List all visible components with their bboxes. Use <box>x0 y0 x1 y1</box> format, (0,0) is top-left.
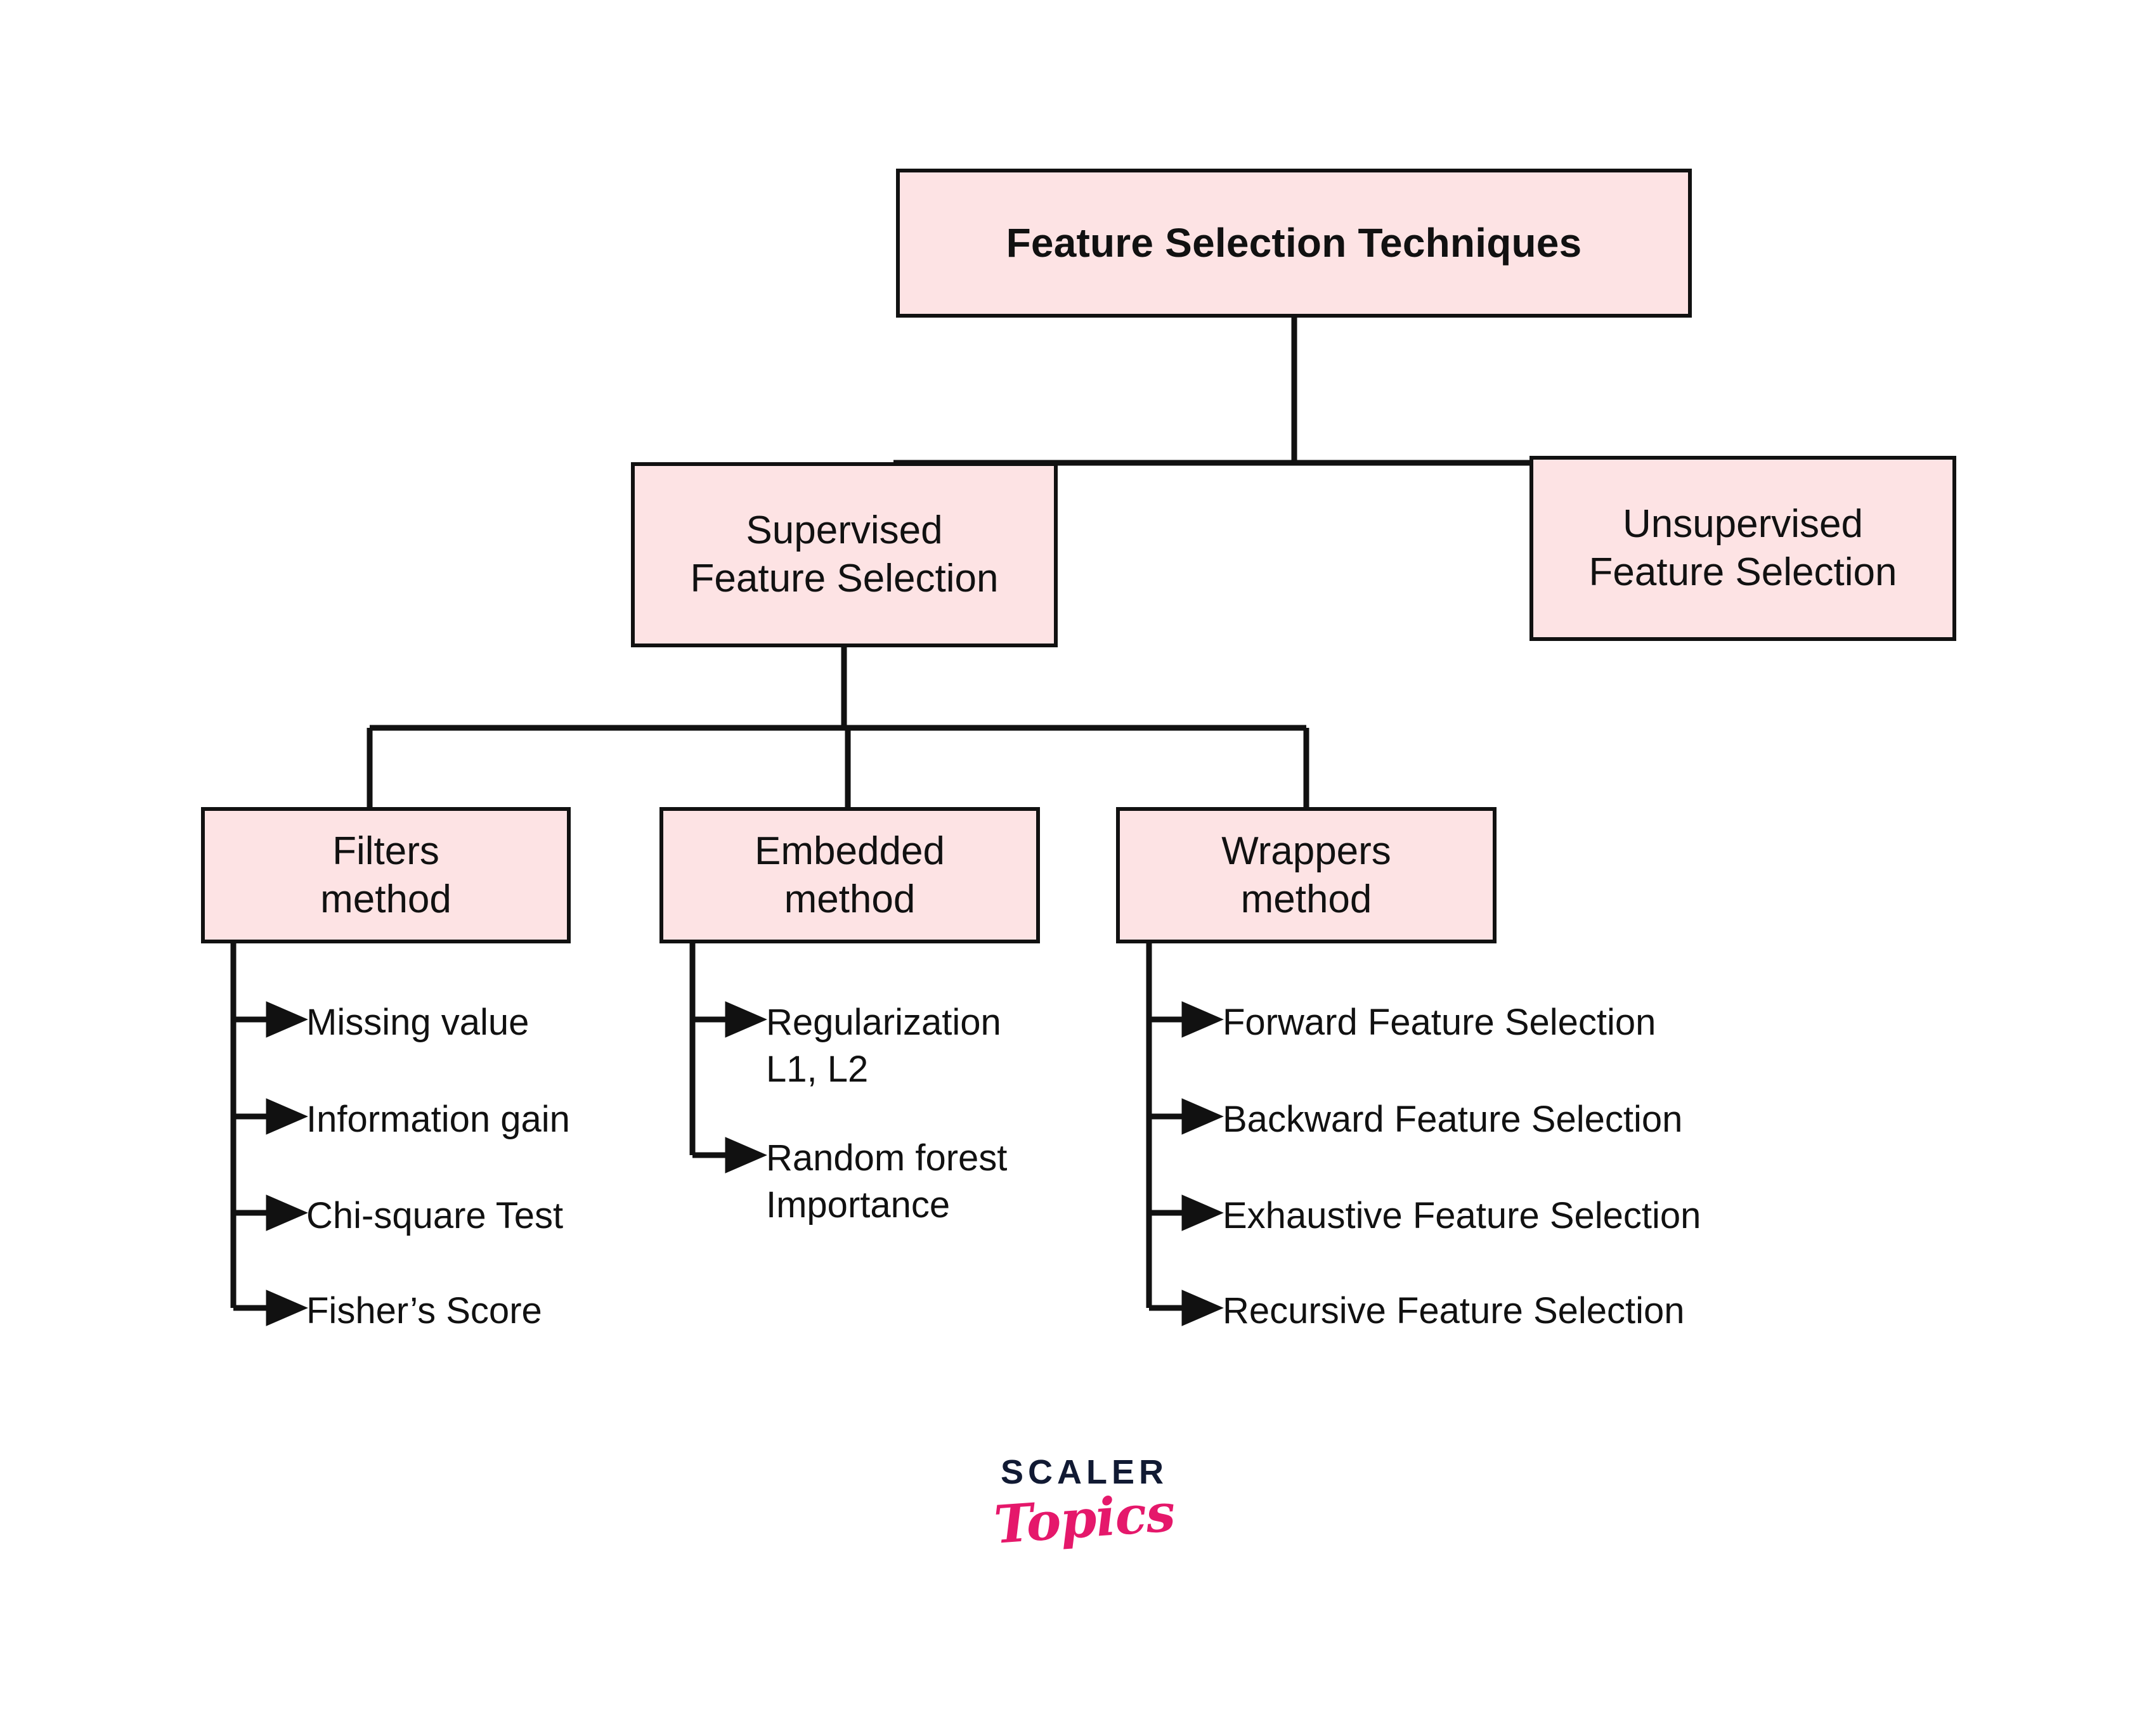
filters-leaf-spine <box>230 943 308 1326</box>
level3-connectors <box>367 647 1309 807</box>
leaf-regularization-l1-l2: Regularization L1, L2 <box>766 1002 1001 1090</box>
leaf-fishers-score: Fisher’s Score <box>306 1290 542 1331</box>
node-feature-selection-techniques: Feature Selection Techniques <box>896 169 1692 318</box>
node-filters-method: Filters method <box>201 807 571 943</box>
leaf-missing-value: Missing value <box>306 1002 529 1043</box>
leaf-exhaustive-feature-selection: Exhaustive Feature Selection <box>1223 1195 1701 1236</box>
wrappers-leaf-spine <box>1146 943 1224 1326</box>
leaf-recursive-feature-selection: Recursive Feature Selection <box>1223 1290 1685 1331</box>
node-embedded-method: Embedded method <box>659 807 1040 943</box>
node-unsupervised-feature-selection: Unsupervised Feature Selection <box>1529 456 1956 641</box>
embedded-leaf-spine <box>689 943 767 1174</box>
leaf-information-gain: Information gain <box>306 1099 570 1140</box>
logo-topics-wordmark: Topics <box>992 1482 1177 1556</box>
node-supervised-feature-selection: Supervised Feature Selection <box>631 462 1058 647</box>
leaf-random-forest-importance: Random forest Importance <box>766 1137 1008 1226</box>
node-wrappers-method: Wrappers method <box>1116 807 1497 943</box>
leaf-chi-square-test: Chi-square Test <box>306 1195 564 1236</box>
scaler-topics-logo: SCALER Topics <box>970 1455 1198 1556</box>
leaf-forward-feature-selection: Forward Feature Selection <box>1223 1002 1656 1043</box>
leaf-backward-feature-selection: Backward Feature Selection <box>1223 1099 1683 1140</box>
feature-selection-diagram: Feature Selection Techniques Supervised … <box>0 0 2156 1727</box>
